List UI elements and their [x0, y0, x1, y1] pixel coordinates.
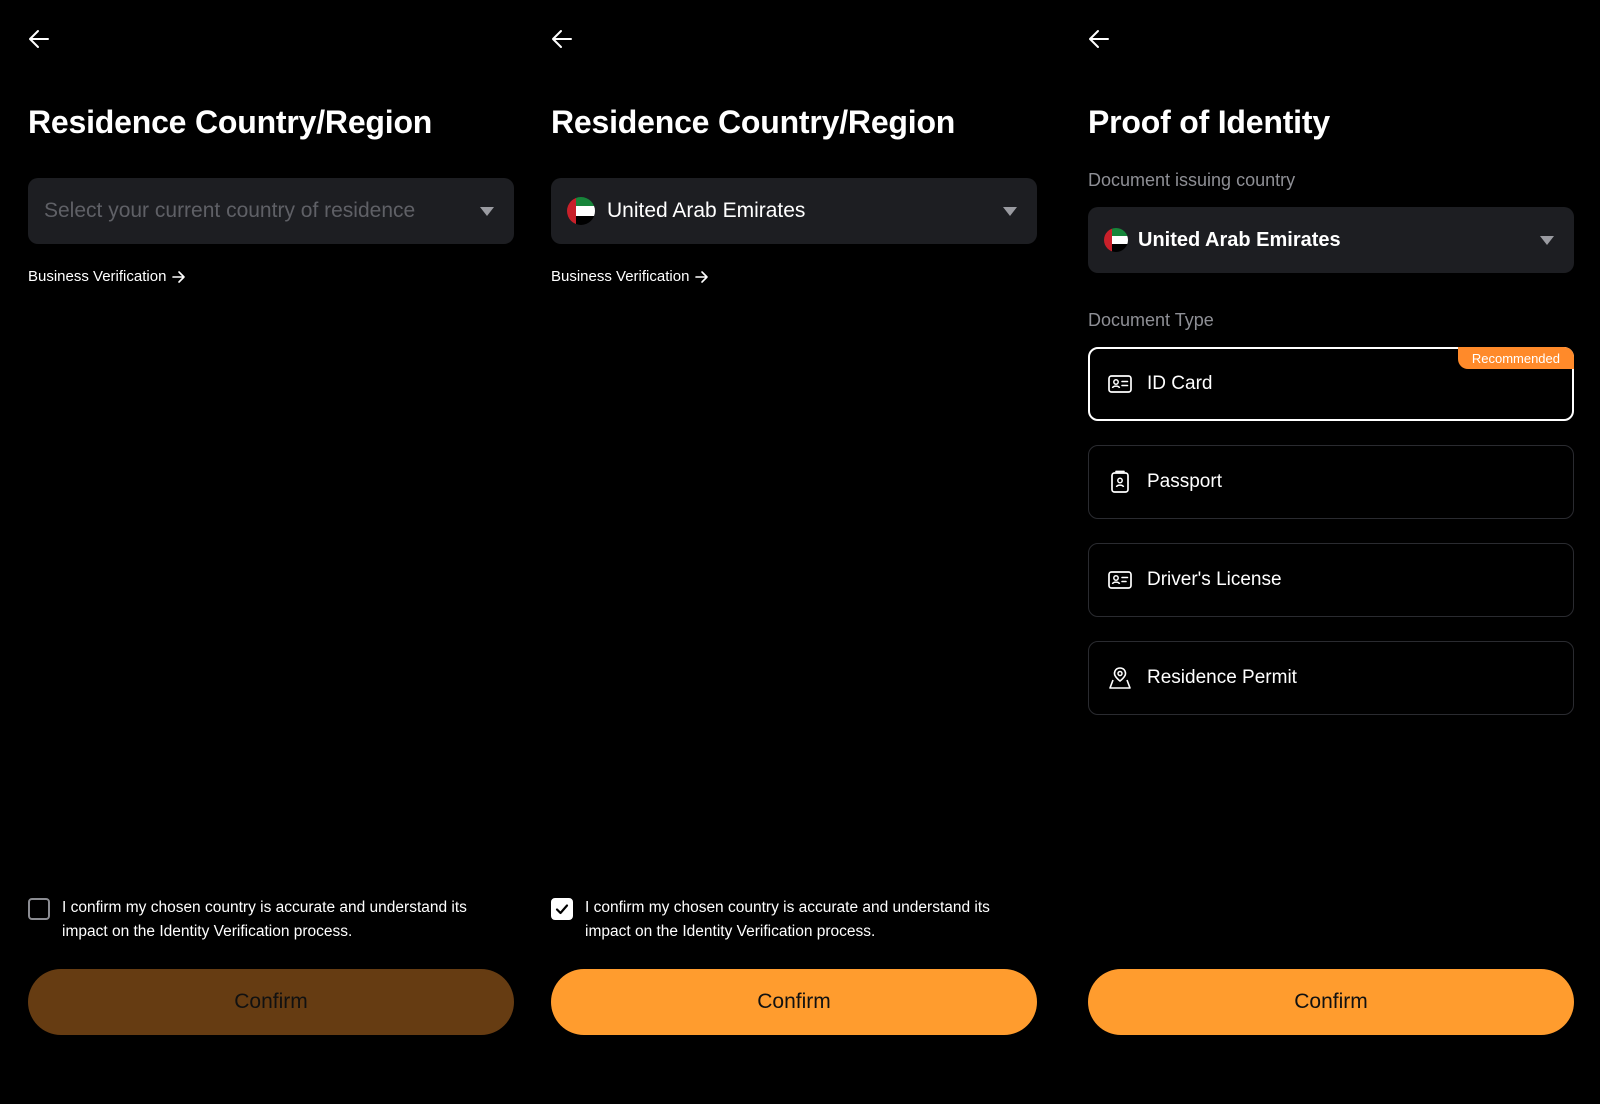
- issuing-country-label: Document issuing country: [1088, 170, 1296, 190]
- page-title: Residence Country/Region: [551, 104, 956, 140]
- confirm-text: I confirm my chosen country is accurate …: [62, 899, 467, 940]
- id-card-icon: [1108, 375, 1132, 393]
- screen-residence-selected: Residence Country/Region United Arab Emi…: [551, 0, 1037, 1104]
- confirm-checkbox[interactable]: [28, 898, 50, 920]
- document-option-label: Driver's License: [1147, 569, 1282, 590]
- confirm-checkbox-row: I confirm my chosen country is accurate …: [28, 898, 514, 944]
- residence-permit-icon: [1109, 667, 1131, 689]
- caret-down-icon: [480, 207, 494, 216]
- business-verification-link[interactable]: Business Verification: [551, 268, 709, 285]
- confirm-button[interactable]: Confirm: [1088, 969, 1574, 1035]
- document-option-passport[interactable]: Passport: [1088, 445, 1574, 519]
- issuing-country-select[interactable]: United Arab Emirates: [1088, 207, 1574, 273]
- document-option-drivers-license[interactable]: Driver's License: [1088, 543, 1574, 617]
- business-verification-label: Business Verification: [551, 268, 690, 285]
- business-verification-label: Business Verification: [28, 268, 167, 285]
- confirm-text: I confirm my chosen country is accurate …: [585, 899, 990, 940]
- caret-down-icon: [1003, 207, 1017, 216]
- document-type-label: Document Type: [1088, 310, 1214, 330]
- country-select[interactable]: United Arab Emirates: [551, 178, 1037, 244]
- country-select-placeholder: Select your current country of residence: [44, 199, 416, 222]
- document-option-label: Passport: [1147, 471, 1222, 492]
- document-option-label: Residence Permit: [1147, 667, 1297, 688]
- arrow-right-icon: [695, 270, 709, 283]
- screen-residence-empty: Residence Country/Region Select your cur…: [28, 0, 514, 1104]
- page-title: Residence Country/Region: [28, 104, 433, 140]
- uae-flag-icon: [1104, 228, 1128, 252]
- checkmark-icon: [555, 904, 569, 915]
- document-option-label: ID Card: [1147, 373, 1213, 394]
- passport-icon: [1111, 470, 1129, 493]
- arrow-right-icon: [172, 270, 186, 283]
- issuing-country-value: United Arab Emirates: [1138, 228, 1341, 251]
- confirm-button[interactable]: Confirm: [28, 969, 514, 1035]
- confirm-checkbox[interactable]: [551, 898, 573, 920]
- document-option-id-card[interactable]: ID Card Recommended: [1088, 347, 1574, 421]
- business-verification-link[interactable]: Business Verification: [28, 268, 186, 285]
- back-arrow-icon[interactable]: [1088, 28, 1110, 50]
- page-title: Proof of Identity: [1088, 104, 1330, 140]
- country-select-value: United Arab Emirates: [607, 199, 806, 222]
- document-option-residence-permit[interactable]: Residence Permit: [1088, 641, 1574, 715]
- back-arrow-icon[interactable]: [28, 28, 50, 50]
- confirm-checkbox-row: I confirm my chosen country is accurate …: [551, 898, 1037, 944]
- recommended-badge: Recommended: [1457, 347, 1574, 369]
- back-arrow-icon[interactable]: [551, 28, 573, 50]
- caret-down-icon: [1540, 236, 1554, 245]
- screen-proof-of-identity: Proof of Identity Document issuing count…: [1088, 0, 1574, 1104]
- confirm-button[interactable]: Confirm: [551, 969, 1037, 1035]
- country-select[interactable]: Select your current country of residence: [28, 178, 514, 244]
- drivers-license-icon: [1108, 571, 1132, 589]
- uae-flag-icon: [567, 197, 595, 225]
